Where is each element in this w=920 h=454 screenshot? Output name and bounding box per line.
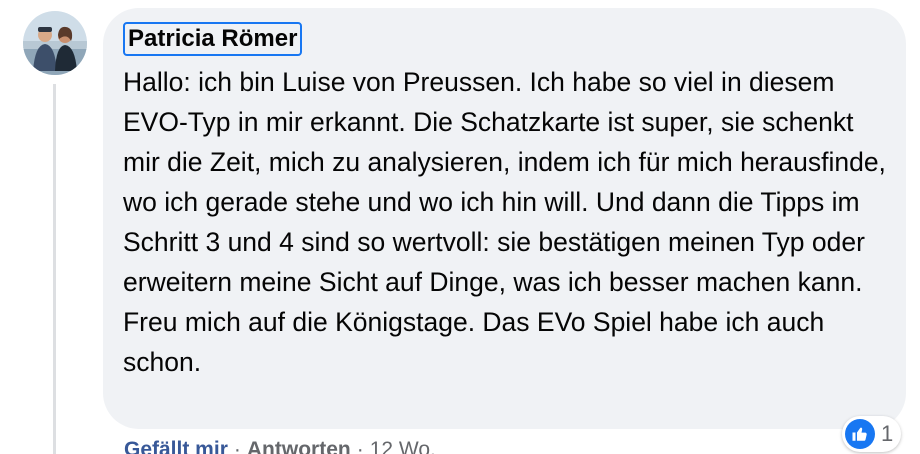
avatar-photo	[23, 11, 87, 75]
comment-text: Hallo: ich bin Luise von Preussen. Ich h…	[123, 67, 886, 377]
reaction-summary[interactable]: 1	[842, 416, 902, 452]
like-button[interactable]: Gefällt mir	[124, 438, 228, 454]
like-thumbs-up-icon	[845, 419, 875, 449]
thread-line	[53, 84, 56, 454]
separator: ·	[233, 438, 241, 454]
separator: ·	[356, 438, 364, 454]
comment-author[interactable]: Patricia Römer	[123, 22, 303, 56]
comment-timestamp[interactable]: 12 Wo.	[370, 438, 436, 454]
comment: Patricia Römer Hallo: ich bin Luise von …	[0, 0, 920, 454]
comment-actions: Gefällt mir · Antworten · 12 Wo.	[124, 436, 436, 454]
reply-button[interactable]: Antworten	[247, 438, 351, 454]
avatar[interactable]	[23, 11, 87, 75]
comment-bubble: Patricia Römer Hallo: ich bin Luise von …	[103, 8, 906, 429]
reaction-count: 1	[881, 421, 894, 446]
